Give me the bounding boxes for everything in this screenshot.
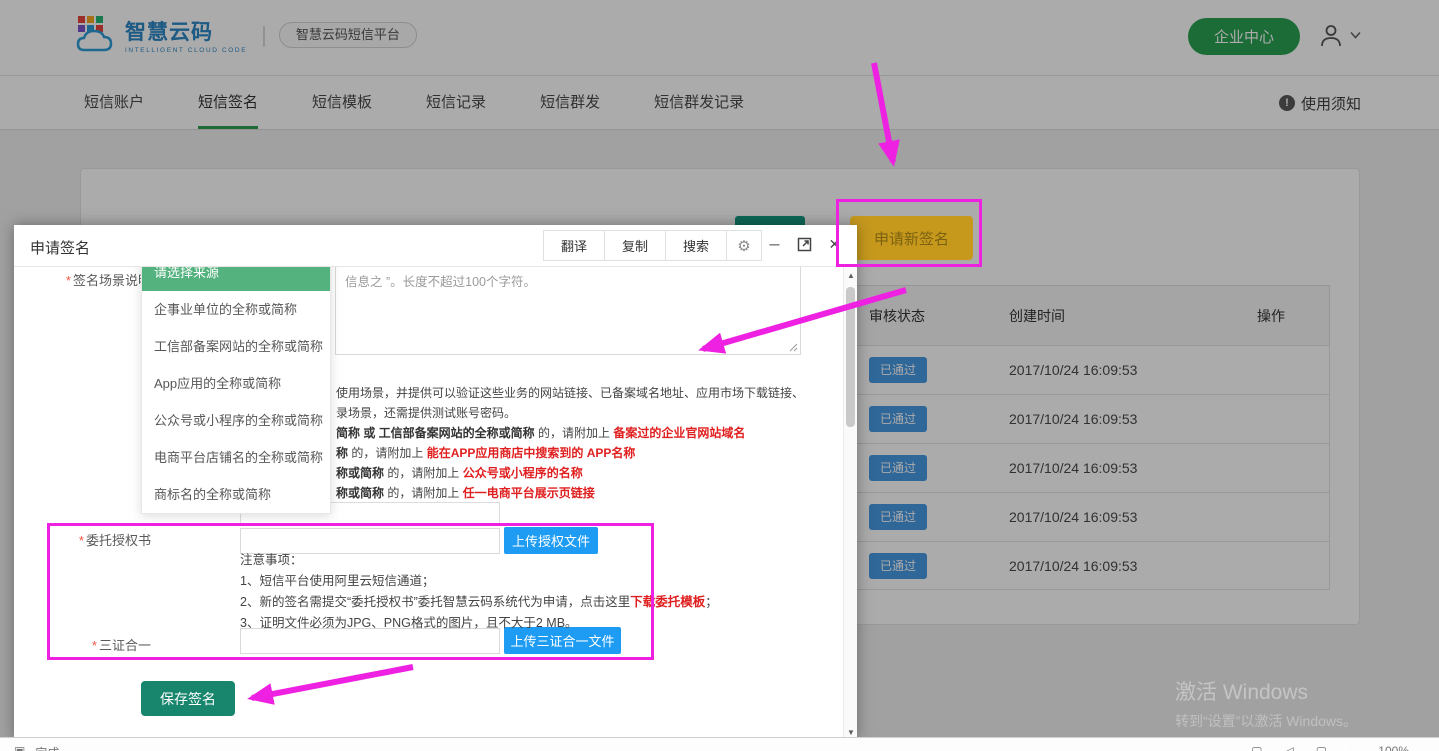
window-controls: ─ ✕ bbox=[766, 233, 843, 255]
status-text: 完成 bbox=[35, 744, 59, 751]
dropdown-option[interactable]: 电商平台店铺名的全称或简称 bbox=[142, 439, 330, 476]
status-right: ▢ ◁ ▢ ◒ 100% bbox=[1251, 744, 1409, 751]
windows-watermark: 激活 Windows 转到“设置”以激活 Windows。 bbox=[1175, 676, 1357, 731]
highlight-rect-upload-section bbox=[47, 523, 654, 660]
dropdown-option[interactable]: 商标名的全称或简称 bbox=[142, 476, 330, 513]
translate-toolbar: 翻译 复制 搜索 ⚙ bbox=[543, 230, 762, 261]
watermark-line2: 转到“设置”以激活 Windows。 bbox=[1175, 711, 1357, 731]
guideline-line: 使用场景，并提供可以验证这些业务的网站链接、已备案域名地址、应用市场下载链接、 bbox=[336, 383, 828, 403]
dropdown-option[interactable]: App应用的全称或简称 bbox=[142, 365, 330, 402]
dropdown-option[interactable]: 企事业单位的全称或简称 bbox=[142, 291, 330, 328]
guideline-line: 称或简称 的，请附加上 任一电商平台展示页链接 bbox=[336, 483, 828, 503]
highlight-rect-apply-button bbox=[836, 199, 982, 267]
apply-signature-modal: 信息之 ”。长度不超过100个字符。 *签名场景说明 使用场景，并提供可以验证这… bbox=[14, 225, 857, 740]
guideline-line: 称或简称 的，请附加上 公众号或小程序的名称 bbox=[336, 463, 828, 483]
scroll-up-icon[interactable]: ▲ bbox=[844, 267, 858, 283]
scene-field-label: *签名场景说明 bbox=[55, 270, 151, 289]
search-button[interactable]: 搜索 bbox=[666, 231, 727, 260]
modal-header: 申请签名 翻译 复制 搜索 ⚙ ─ ✕ bbox=[14, 225, 857, 267]
guideline-line: 简称 或 工信部备案网站的全称或简称 的，请附加上 备案过的企业官网站域名 bbox=[336, 423, 828, 443]
modal-scrollbar[interactable]: ▲ ▼ bbox=[843, 267, 857, 740]
watermark-line1: 激活 Windows bbox=[1175, 676, 1357, 706]
page-icon: ▢ bbox=[1251, 744, 1262, 751]
scene-dropdown: 请选择来源企事业单位的全称或简称工信部备案网站的全称或简称App应用的全称或简称… bbox=[141, 253, 331, 514]
comment-icon: ◒ bbox=[1349, 744, 1356, 751]
guideline-line: 录场景，还需提供测试账号密码。 bbox=[336, 403, 828, 423]
status-icon: ▣ bbox=[14, 744, 25, 751]
dropdown-option[interactable]: 工信部备案网站的全称或简称 bbox=[142, 328, 330, 365]
required-marker: * bbox=[66, 273, 71, 288]
resize-handle-icon[interactable] bbox=[788, 342, 798, 352]
save-signature-button[interactable]: 保存签名 bbox=[141, 681, 235, 716]
status-left: ▣ 完成 bbox=[14, 744, 59, 751]
modal-title: 申请签名 bbox=[30, 237, 90, 258]
dropdown-option[interactable]: 公众号或小程序的全称或简称 bbox=[142, 402, 330, 439]
translate-button[interactable]: 翻译 bbox=[544, 231, 605, 260]
modal-body: 信息之 ”。长度不超过100个字符。 *签名场景说明 使用场景，并提供可以验证这… bbox=[14, 225, 843, 740]
scrollbar-thumb[interactable] bbox=[846, 287, 855, 427]
copy-button[interactable]: 复制 bbox=[605, 231, 666, 260]
restore-icon[interactable] bbox=[796, 233, 813, 255]
frame-icon: ▢ bbox=[1316, 744, 1327, 751]
gear-icon[interactable]: ⚙ bbox=[727, 231, 761, 260]
guideline-line: 称 的，请附加上 能在APP应用商店中搜索到的 APP名称 bbox=[336, 443, 828, 463]
zoom-level: 100% bbox=[1378, 744, 1409, 751]
browser-status-bar: ▣ 完成 ▢ ◁ ▢ ◒ 100% bbox=[0, 737, 1439, 751]
textarea-hint: 信息之 ”。长度不超过100个字符。 bbox=[345, 271, 536, 290]
back-icon: ◁ bbox=[1284, 744, 1293, 751]
minimize-icon[interactable]: ─ bbox=[766, 233, 783, 255]
